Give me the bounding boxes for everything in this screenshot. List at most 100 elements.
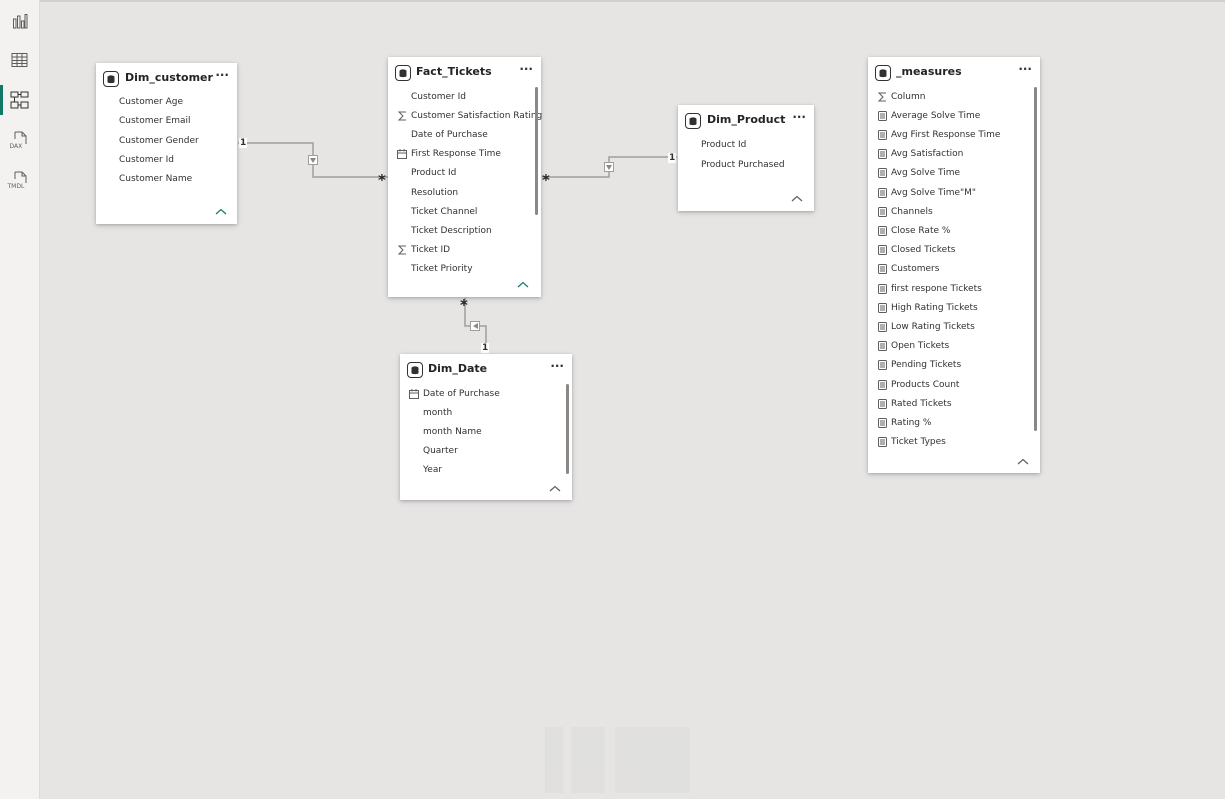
field-label: Channels bbox=[891, 206, 933, 217]
field-label: first respone Tickets bbox=[891, 283, 982, 294]
field-row[interactable]: Quarter bbox=[400, 442, 566, 461]
scrollbar[interactable] bbox=[535, 87, 538, 215]
table-grid-icon bbox=[11, 53, 28, 67]
collapse-chevron-icon[interactable] bbox=[1017, 458, 1029, 466]
field-label: Product Id bbox=[701, 139, 747, 150]
table-card-fact-tickets[interactable]: Fact_Tickets ··· Customer Id Customer Sat… bbox=[388, 57, 542, 297]
bar-chart-icon bbox=[12, 14, 27, 29]
dax-file-label: DAX bbox=[9, 143, 23, 150]
field-row[interactable]: Ticket Priority bbox=[388, 260, 535, 279]
field-row[interactable]: Date of Purchase bbox=[400, 384, 566, 403]
field-row[interactable]: Open Tickets bbox=[868, 337, 1034, 356]
field-row[interactable]: Customer Email bbox=[96, 111, 231, 130]
field-row[interactable]: Product Purchased bbox=[678, 155, 808, 174]
field-row[interactable]: Customer Age bbox=[96, 92, 231, 111]
more-options-button[interactable]: ··· bbox=[792, 111, 806, 123]
field-row[interactable]: Date of Purchase bbox=[388, 125, 535, 144]
field-row[interactable]: Products Count bbox=[868, 375, 1034, 394]
calculator-icon bbox=[877, 398, 887, 410]
field-row[interactable]: Product Id bbox=[388, 164, 535, 183]
field-row[interactable]: Closed Tickets bbox=[868, 241, 1034, 260]
field-row[interactable]: Customer Satisfaction Rating bbox=[388, 106, 542, 125]
field-row[interactable]: Customer Id bbox=[96, 150, 231, 169]
dax-file-icon: DAX bbox=[9, 131, 29, 151]
field-row[interactable]: month Name bbox=[400, 422, 566, 441]
table-card-header[interactable]: _measures ··· bbox=[868, 57, 1040, 89]
field-row[interactable]: Average Solve Time bbox=[868, 106, 1034, 125]
table-icon bbox=[685, 113, 701, 129]
more-options-button[interactable]: ··· bbox=[215, 69, 229, 81]
field-label: Year bbox=[423, 465, 443, 476]
table-card-header[interactable]: Dim_customer ··· bbox=[96, 63, 237, 95]
table-title: Dim_Product bbox=[707, 113, 786, 126]
field-row[interactable]: Avg Satisfaction bbox=[868, 145, 1034, 164]
relationship-many-label: * bbox=[378, 171, 386, 189]
filter-direction-arrow[interactable] bbox=[470, 321, 480, 331]
view-switcher-rail: DAX TMDL bbox=[0, 0, 40, 799]
field-row[interactable]: Channels bbox=[868, 202, 1034, 221]
field-row[interactable]: Avg Solve Time bbox=[868, 164, 1034, 183]
field-row[interactable]: Customer Name bbox=[96, 169, 231, 188]
table-card-dim-date[interactable]: Dim_Date ··· Date of Purchase month month … bbox=[400, 354, 572, 500]
field-row[interactable]: Ticket ID bbox=[388, 241, 535, 260]
relationship-one-label: 1 bbox=[481, 343, 490, 353]
field-row[interactable]: Ticket Types bbox=[868, 433, 1034, 452]
field-label: Rated Tickets bbox=[891, 398, 952, 409]
field-label: Ticket Types bbox=[891, 437, 946, 448]
table-title: Dim_Date bbox=[428, 362, 488, 375]
field-row[interactable]: Pending Tickets bbox=[868, 356, 1034, 375]
table-card-header[interactable]: Fact_Tickets ··· bbox=[388, 57, 541, 89]
tmdl-view-button[interactable]: TMDL bbox=[0, 163, 39, 199]
field-row[interactable]: month bbox=[400, 403, 566, 422]
dax-query-view-button[interactable]: DAX bbox=[0, 123, 39, 159]
calculator-icon bbox=[877, 225, 887, 237]
filter-direction-arrow[interactable] bbox=[308, 155, 318, 165]
field-row[interactable]: Ticket Channel bbox=[388, 202, 535, 221]
more-options-button[interactable]: ··· bbox=[1018, 63, 1032, 75]
table-card-dim-customer[interactable]: Dim_customer ··· Customer Age Customer E… bbox=[96, 63, 237, 224]
field-row[interactable]: first respone Tickets bbox=[868, 279, 1034, 298]
field-row[interactable]: High Rating Tickets bbox=[868, 298, 1034, 317]
scrollbar[interactable] bbox=[1034, 87, 1037, 431]
model-view-button[interactable] bbox=[0, 82, 39, 118]
field-row[interactable]: Close Rate % bbox=[868, 221, 1034, 240]
table-card-dim-product[interactable]: Dim_Product ··· Product Id Product Purch… bbox=[678, 105, 814, 211]
field-row[interactable]: Ticket Description bbox=[388, 221, 535, 240]
tmdl-file-icon: TMDL bbox=[8, 171, 30, 191]
collapse-chevron-icon[interactable] bbox=[549, 485, 561, 493]
field-label: Column bbox=[891, 91, 926, 102]
field-row[interactable]: Rated Tickets bbox=[868, 394, 1034, 413]
table-view-button[interactable] bbox=[0, 42, 39, 78]
more-options-button[interactable]: ··· bbox=[550, 360, 564, 372]
report-view-button[interactable] bbox=[0, 3, 39, 39]
field-row[interactable]: First Response Time bbox=[388, 145, 535, 164]
scrollbar[interactable] bbox=[566, 384, 569, 474]
filter-direction-arrow[interactable] bbox=[604, 162, 614, 172]
field-row[interactable]: Customers bbox=[868, 260, 1034, 279]
field-label: month bbox=[423, 407, 453, 418]
table-card-measures[interactable]: _measures ··· Column Average Solve Time Av… bbox=[868, 57, 1040, 473]
calculator-icon bbox=[877, 302, 887, 314]
field-row[interactable]: Rating % bbox=[868, 413, 1034, 432]
table-card-header[interactable]: Dim_Product ··· bbox=[678, 105, 814, 137]
calculator-icon bbox=[877, 167, 887, 179]
sigma-icon bbox=[397, 110, 407, 122]
field-row[interactable]: Customer Id bbox=[388, 87, 535, 106]
field-row[interactable]: Year bbox=[400, 461, 566, 480]
more-options-button[interactable]: ··· bbox=[519, 63, 533, 75]
table-card-header[interactable]: Dim_Date ··· bbox=[400, 354, 572, 386]
field-row[interactable]: Avg Solve Time"M" bbox=[868, 183, 1034, 202]
triangle-down-icon bbox=[606, 164, 612, 170]
field-row[interactable]: Avg First Response Time bbox=[868, 125, 1034, 144]
collapse-chevron-icon[interactable] bbox=[517, 281, 529, 289]
field-row[interactable]: Product Id bbox=[678, 135, 808, 154]
field-label: Ticket ID bbox=[411, 245, 451, 256]
field-row[interactable]: Low Rating Tickets bbox=[868, 317, 1034, 336]
field-row[interactable]: Column bbox=[868, 87, 1034, 106]
calculator-icon bbox=[877, 283, 887, 295]
collapse-chevron-icon[interactable] bbox=[791, 195, 803, 203]
field-row[interactable]: Customer Gender bbox=[96, 131, 231, 150]
field-label: Average Solve Time bbox=[891, 110, 981, 121]
collapse-chevron-icon[interactable] bbox=[215, 208, 227, 216]
field-row[interactable]: Resolution bbox=[388, 183, 535, 202]
